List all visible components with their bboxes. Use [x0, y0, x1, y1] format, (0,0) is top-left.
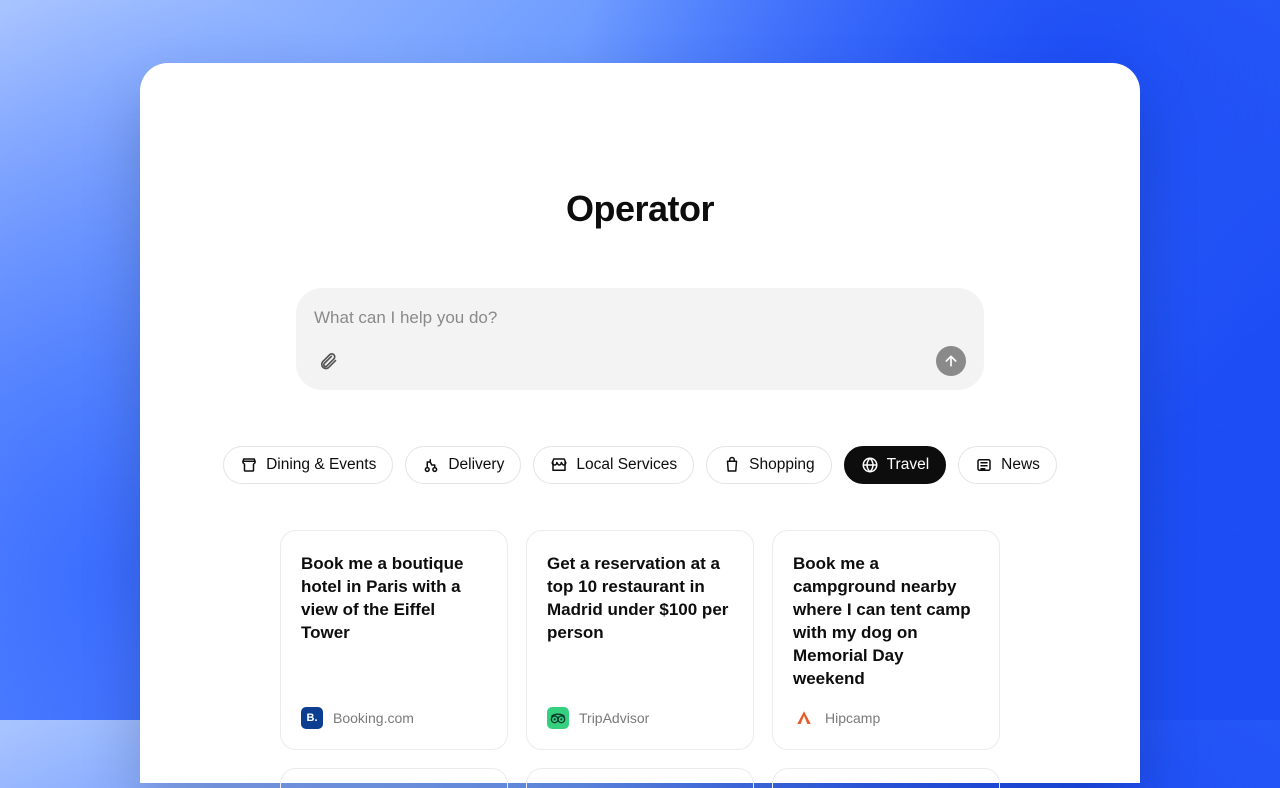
chip-delivery[interactable]: Delivery [405, 446, 521, 484]
storefront-icon [550, 456, 568, 474]
newspaper-icon [975, 456, 993, 474]
chip-shopping[interactable]: Shopping [706, 446, 832, 484]
suggestion-cards: Book me a boutique hotel in Paris with a… [280, 530, 1000, 750]
chip-label: Delivery [448, 456, 504, 474]
chip-news[interactable]: News [958, 446, 1057, 484]
provider-name: Booking.com [333, 710, 414, 726]
provider-name: TripAdvisor [579, 710, 649, 726]
card-provider: Hipcamp [793, 707, 979, 729]
category-chips: Dining & Events Delivery Local Services … [140, 446, 1140, 484]
prompt-input-box[interactable] [296, 288, 984, 390]
globe-icon [861, 456, 879, 474]
suggestion-card[interactable] [280, 768, 508, 788]
chip-local-services[interactable]: Local Services [533, 446, 694, 484]
card-title: Get a reservation at a top 10 restaurant… [547, 553, 733, 645]
suggestion-card[interactable]: Get a reservation at a top 10 restaurant… [526, 530, 754, 750]
suggestion-card[interactable] [526, 768, 754, 788]
card-title: Book me a campground nearby where I can … [793, 553, 979, 691]
chip-label: Travel [887, 456, 930, 474]
prompt-input[interactable] [314, 306, 966, 332]
app-title: Operator [140, 188, 1140, 230]
paperclip-icon [318, 351, 338, 371]
tripadvisor-icon [547, 707, 569, 729]
booking-icon: B. [301, 707, 323, 729]
card-provider: B. Booking.com [301, 707, 487, 729]
chip-label: News [1001, 456, 1040, 474]
delivery-icon [422, 456, 440, 474]
shopping-bag-icon [723, 456, 741, 474]
map-pin-icon [240, 456, 258, 474]
suggestion-card[interactable]: Book me a campground nearby where I can … [772, 530, 1000, 750]
more-cards-peek [280, 768, 1000, 788]
chip-label: Local Services [576, 456, 677, 474]
provider-name: Hipcamp [825, 710, 880, 726]
card-provider: TripAdvisor [547, 707, 733, 729]
chip-label: Shopping [749, 456, 815, 474]
attach-button[interactable] [314, 347, 342, 375]
chip-label: Dining & Events [266, 456, 376, 474]
chip-travel[interactable]: Travel [844, 446, 947, 484]
suggestion-card[interactable] [772, 768, 1000, 788]
main-panel: Operator Dining & Events Delivery [140, 63, 1140, 783]
hipcamp-icon [793, 707, 815, 729]
card-title: Book me a boutique hotel in Paris with a… [301, 553, 487, 645]
chip-dining-events[interactable]: Dining & Events [223, 446, 393, 484]
send-button[interactable] [936, 346, 966, 376]
arrow-up-icon [943, 353, 959, 369]
suggestion-card[interactable]: Book me a boutique hotel in Paris with a… [280, 530, 508, 750]
